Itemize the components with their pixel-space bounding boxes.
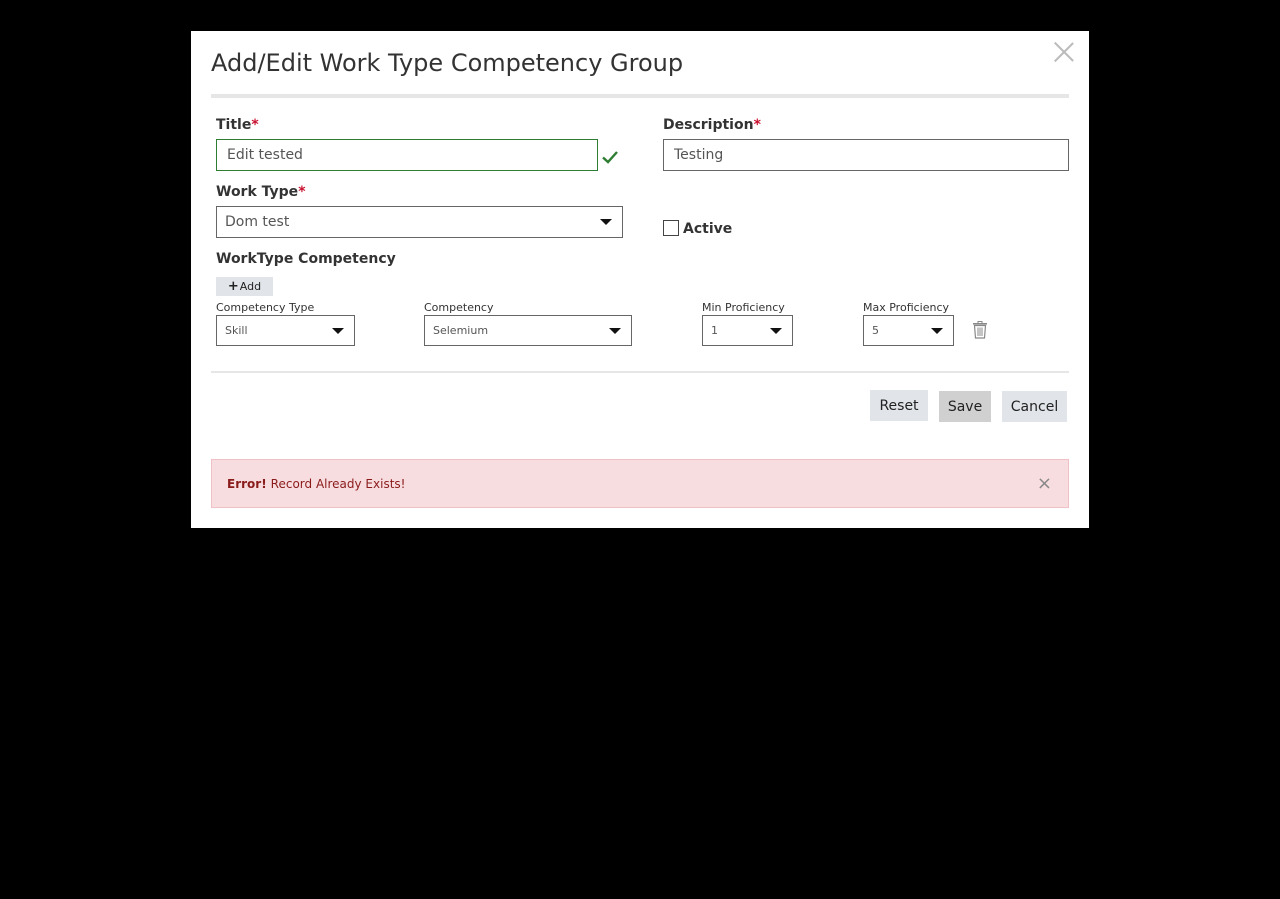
title-label: Title* (216, 117, 259, 133)
add-label: Add (239, 280, 262, 293)
close-icon[interactable] (1051, 39, 1077, 65)
modal-title: Add/Edit Work Type Competency Group (211, 49, 684, 77)
error-alert: Error! Record Already Exists! × (211, 459, 1069, 508)
active-checkbox[interactable] (663, 220, 679, 236)
max-proficiency-value: 5 (872, 324, 879, 337)
plus-icon: + (227, 279, 239, 294)
caret-down-icon (332, 327, 344, 334)
caret-down-icon (609, 327, 621, 334)
alert-prefix: Error! (227, 476, 267, 491)
caret-down-icon (931, 327, 943, 334)
competency-type-value: Skill (225, 324, 248, 337)
min-proficiency-column-label: Min Proficiency (702, 301, 785, 314)
caret-down-icon (770, 327, 782, 334)
modal-dialog: Add/Edit Work Type Competency Group Titl… (191, 31, 1089, 528)
description-label: Description* (663, 117, 761, 133)
trash-icon[interactable] (972, 321, 988, 339)
reset-button[interactable]: Reset (870, 390, 928, 421)
description-input[interactable] (663, 139, 1069, 171)
active-label: Active (683, 221, 733, 237)
title-divider (211, 94, 1069, 98)
min-proficiency-value: 1 (711, 324, 718, 337)
alert-message: Record Already Exists! (270, 476, 406, 491)
competency-type-select[interactable]: Skill (216, 315, 355, 346)
competency-value: Selemium (433, 324, 489, 337)
competency-select[interactable]: Selemium (424, 315, 632, 346)
alert-close-icon[interactable]: × (1037, 475, 1052, 493)
work-type-select[interactable]: Dom test (216, 206, 623, 238)
work-type-label: Work Type* (216, 184, 306, 200)
max-proficiency-column-label: Max Proficiency (863, 301, 950, 314)
caret-down-icon (600, 219, 612, 225)
cancel-button[interactable]: Cancel (1002, 391, 1067, 422)
save-button[interactable]: Save (939, 391, 991, 422)
worktype-competency-heading: WorkType Competency (216, 251, 396, 267)
work-type-value: Dom test (225, 214, 290, 230)
min-proficiency-select[interactable]: 1 (702, 315, 793, 346)
section-divider (211, 371, 1069, 373)
title-input[interactable] (216, 139, 598, 171)
checkmark-icon (601, 148, 619, 166)
max-proficiency-select[interactable]: 5 (863, 315, 954, 346)
add-competency-button[interactable]: + Add (216, 277, 273, 296)
competency-column-label: Competency (424, 301, 494, 314)
competency-type-column-label: Competency Type (216, 301, 315, 314)
